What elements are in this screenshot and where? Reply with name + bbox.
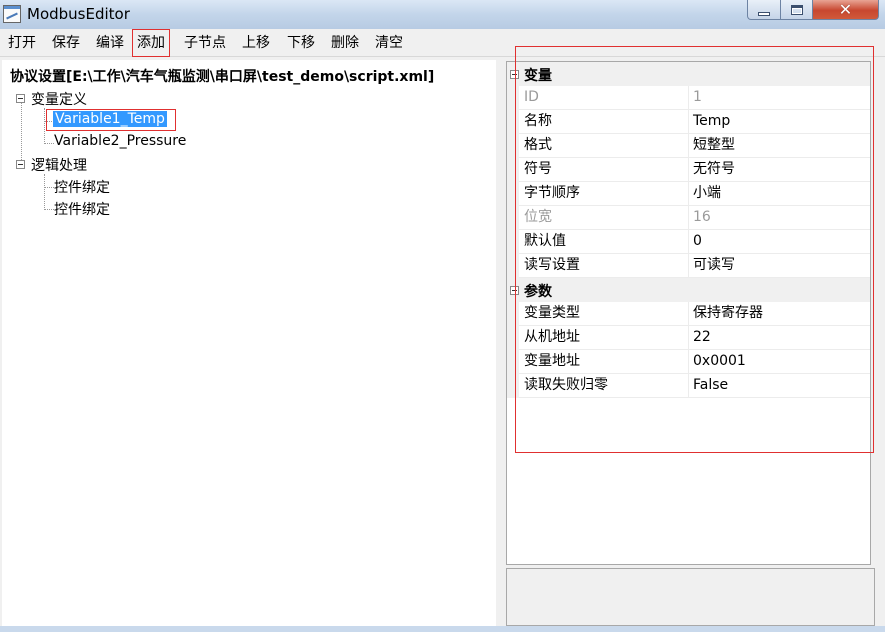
category-label: 变量 [524,68,552,84]
maximize-icon [790,4,803,15]
prop-name: 从机地址 [519,326,689,350]
prop-value[interactable]: 无符号 [689,158,870,182]
prop-value[interactable]: 小端 [689,182,870,206]
prop-value[interactable]: Temp [689,110,870,134]
prop-value[interactable]: 保持寄存器 [689,302,870,326]
collapse-icon[interactable] [510,286,519,295]
menu-move-up[interactable]: 上移 [238,29,274,57]
category-label: 参数 [524,284,552,300]
prop-row-fail-zero[interactable]: 读取失败归零 False [507,374,870,398]
prop-name: ID [519,86,689,110]
prop-row-id[interactable]: ID 1 [507,86,870,110]
maximize-button[interactable] [781,0,813,20]
row-gutter [507,110,519,134]
row-gutter [507,230,519,254]
prop-name: 符号 [519,158,689,182]
close-icon: ✕ [838,0,853,19]
prop-row-var-addr[interactable]: 变量地址 0x0001 [507,350,870,374]
prop-row-var-type[interactable]: 变量类型 保持寄存器 [507,302,870,326]
main-area: 协议设置[E:\工作\汽车气瓶监测\串口屏\test_demo\script.x… [0,57,885,626]
title-bar: ModbusEditor ✕ [0,0,885,29]
menu-move-down[interactable]: 下移 [283,29,319,57]
prop-value: 16 [689,206,870,230]
app-icon [3,5,21,23]
row-gutter [507,374,519,398]
prop-row-default[interactable]: 默认值 0 [507,230,870,254]
prop-row-byte-order[interactable]: 字节顺序 小端 [507,182,870,206]
close-button[interactable]: ✕ [813,0,879,20]
window-title: ModbusEditor [27,5,130,23]
tree-connector [44,187,54,188]
collapse-icon[interactable] [510,70,519,79]
menu-add[interactable]: 添加 [132,29,170,57]
prop-value: 1 [689,86,870,110]
collapse-icon[interactable] [16,94,25,103]
tree-connector [44,174,45,210]
menu-bar: 打开 保存 编译 添加 子节点 上移 下移 删除 清空 [0,29,885,57]
menu-compile[interactable]: 编译 [92,29,128,57]
prop-row-slave-addr[interactable]: 从机地址 22 [507,326,870,350]
prop-row-name[interactable]: 名称 Temp [507,110,870,134]
prop-row-rw[interactable]: 读写设置 可读写 [507,254,870,278]
menu-open[interactable]: 打开 [4,29,40,57]
prop-category-params[interactable]: 参数 [507,278,870,302]
menu-delete[interactable]: 删除 [327,29,363,57]
prop-name: 格式 [519,134,689,158]
tree-connector [21,96,22,166]
property-grid[interactable]: 变量 ID 1 名称 Temp 格式 短整型 符号 无符号 字节顺序 小端 位宽… [506,61,871,565]
row-gutter [507,350,519,374]
row-gutter [507,326,519,350]
row-gutter [507,158,519,182]
row-gutter [507,206,519,230]
row-gutter [507,134,519,158]
menu-clear[interactable]: 清空 [371,29,407,57]
menu-child-node[interactable]: 子节点 [180,29,230,57]
tree-group-variables[interactable]: 变量定义 [31,89,87,109]
minimize-icon [758,11,770,16]
tree-item-binding[interactable]: 控件绑定 [54,177,110,197]
tree-root-label[interactable]: 协议设置[E:\工作\汽车气瓶监测\串口屏\test_demo\script.x… [10,66,434,86]
prop-value[interactable]: 0x0001 [689,350,870,374]
row-gutter [507,254,519,278]
row-gutter [507,86,519,110]
tree-connector [44,108,45,144]
tree-item-binding[interactable]: 控件绑定 [54,199,110,219]
prop-value[interactable]: 22 [689,326,870,350]
collapse-icon[interactable] [16,160,25,169]
prop-category-variable[interactable]: 变量 [507,62,870,86]
prop-name: 名称 [519,110,689,134]
prop-value[interactable]: False [689,374,870,398]
menu-save[interactable]: 保存 [48,29,84,57]
row-gutter [507,182,519,206]
prop-name: 变量地址 [519,350,689,374]
prop-name: 读取失败归零 [519,374,689,398]
prop-name: 字节顺序 [519,182,689,206]
minimize-button[interactable] [747,0,781,20]
window-bottom-edge [0,626,885,632]
tree-item-variable2[interactable]: Variable2_Pressure [54,133,186,149]
tree-connector [44,143,54,144]
prop-row-format[interactable]: 格式 短整型 [507,134,870,158]
protocol-tree[interactable]: 协议设置[E:\工作\汽车气瓶监测\串口屏\test_demo\script.x… [2,60,496,626]
tree-connector [44,209,54,210]
prop-name: 读写设置 [519,254,689,278]
property-description-pane [506,568,875,626]
prop-row-sign[interactable]: 符号 无符号 [507,158,870,182]
prop-value[interactable]: 0 [689,230,870,254]
prop-name: 默认值 [519,230,689,254]
prop-value[interactable]: 可读写 [689,254,870,278]
prop-value[interactable]: 短整型 [689,134,870,158]
row-gutter [507,302,519,326]
selection-highlight [46,109,176,131]
prop-row-bit-width[interactable]: 位宽 16 [507,206,870,230]
tree-group-logic[interactable]: 逻辑处理 [31,155,87,175]
prop-name: 位宽 [519,206,689,230]
prop-name: 变量类型 [519,302,689,326]
